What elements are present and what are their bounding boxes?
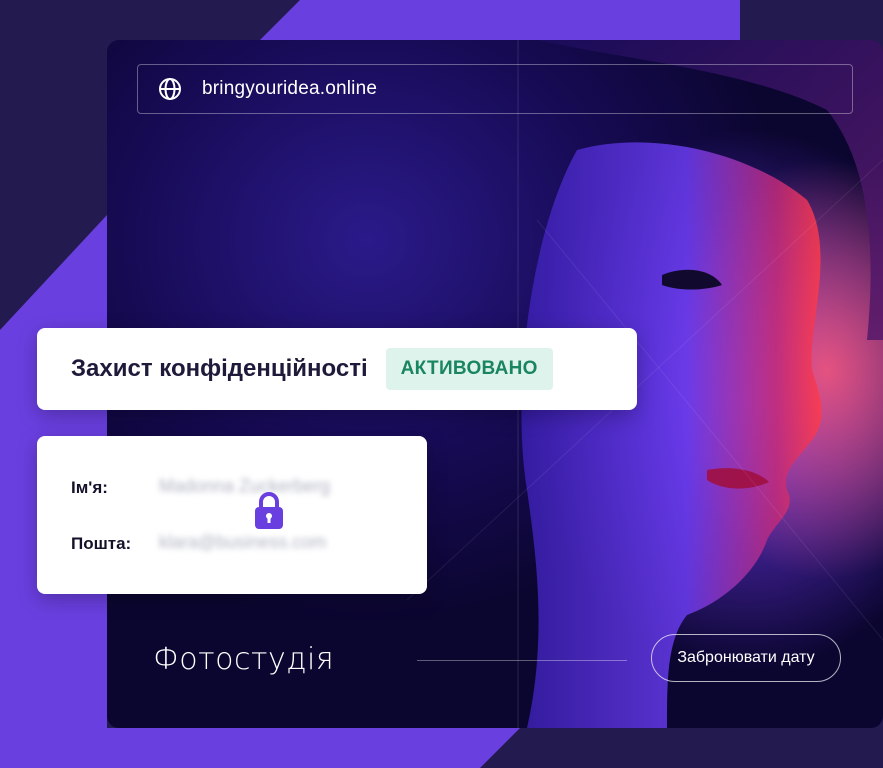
address-bar[interactable]: bringyouridea.online: [137, 64, 853, 114]
email-label: Пошта:: [71, 534, 132, 553]
lock-icon: [255, 492, 283, 529]
divider-line: [417, 660, 627, 661]
email-field[interactable]: klara@business.com: [159, 532, 326, 553]
studio-title: Фотостудія: [153, 642, 335, 677]
privacy-title: Захист конфіденційності: [71, 355, 368, 382]
name-label: Ім'я:: [71, 478, 108, 497]
contact-form-card: Ім'я: Madonna Zuckerberg Пошта: klara@bu…: [37, 436, 427, 594]
privacy-protection-card: Захист конфіденційності АКТИВОВАНО: [37, 328, 637, 410]
url-text: bringyouridea.online: [202, 78, 378, 99]
globe-icon: [158, 77, 182, 101]
name-field[interactable]: Madonna Zuckerberg: [159, 476, 330, 497]
status-badge: АКТИВОВАНО: [385, 348, 553, 390]
book-date-button[interactable]: Забронювати дату: [651, 634, 841, 682]
